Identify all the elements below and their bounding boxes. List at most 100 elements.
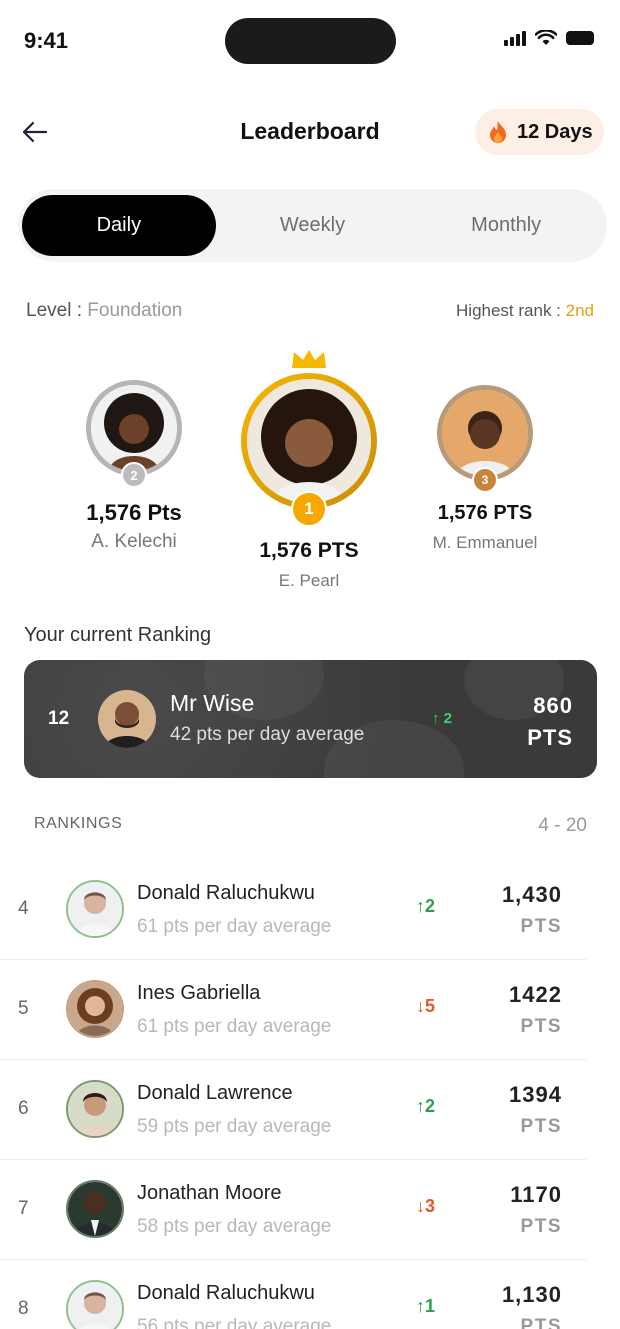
row-average: 58 pts per day average [137, 1216, 332, 1237]
table-row[interactable]: 7 Jonathan Moore 58 pts per day average … [0, 1160, 586, 1260]
status-time: 9:41 [24, 28, 69, 53]
change-value: 1 [425, 1296, 436, 1316]
tab-monthly[interactable]: Monthly [409, 195, 603, 256]
rank-badge: 2 [121, 462, 147, 488]
avatar [66, 1180, 124, 1238]
row-rank: 6 [18, 1098, 29, 1119]
row-average: 61 pts per day average [137, 1016, 332, 1037]
podium-name: M. Emmanuel [432, 533, 538, 552]
current-name: Mr Wise [170, 690, 255, 716]
podium-third[interactable]: 3 1,576 PTS M. Emmanuel [415, 385, 555, 553]
row-name: Donald Lawrence [137, 1082, 293, 1104]
arrow-down-icon: ↓ [416, 996, 425, 1016]
table-row[interactable]: 8 Donald Raluchukwu 56 pts per day avera… [0, 1260, 586, 1329]
row-points: 1394 [509, 1082, 562, 1107]
row-points: 1170 [510, 1182, 562, 1207]
row-points: 1422 [509, 982, 562, 1007]
points-value: 860 [533, 693, 573, 718]
crown-icon [292, 350, 326, 368]
wifi-icon [535, 30, 557, 45]
current-ranking-card[interactable]: 12 Mr Wise 42 pts per day average ↑ 2 86… [24, 660, 597, 778]
podium-first[interactable]: 1 1,576 PTS E. Pearl [224, 348, 394, 591]
rankings-range: 4 - 20 [538, 815, 587, 836]
streak-count: 12 Days [517, 120, 593, 143]
change-value: 2 [425, 1096, 436, 1116]
podium-second[interactable]: 2 1,576 Pts A. Kelechi [64, 380, 204, 553]
arrow-up-icon: ↑ [432, 710, 440, 727]
table-row[interactable]: 4 Donald Raluchukwu 61 pts per day avera… [0, 860, 586, 960]
streak-badge[interactable]: 12 Days [475, 109, 604, 155]
avatar [91, 385, 177, 471]
battery-icon [566, 31, 594, 45]
status-bar: 9:41 [0, 0, 620, 80]
avatar-ring: 1 [241, 373, 377, 527]
fire-icon [490, 121, 506, 143]
podium-points: 1,576 PTS [437, 502, 533, 524]
row-name: Ines Gabriella [137, 982, 261, 1004]
change-value: 5 [425, 996, 436, 1016]
row-points-unit: PTS [520, 1316, 562, 1329]
podium-points: 1,576 Pts [86, 500, 182, 525]
change-value: 3 [425, 1196, 436, 1216]
rankings-header: RANKINGS 4 - 20 [34, 815, 587, 837]
row-points: 1,430 [501, 882, 562, 907]
row-average: 56 pts per day average [137, 1316, 332, 1329]
row-rank: 7 [18, 1198, 29, 1219]
row-name: Jonathan Moore [137, 1182, 282, 1204]
highest-rank: Highest rank : 2nd [456, 301, 594, 321]
row-average: 61 pts per day average [137, 916, 332, 937]
highest-rank-label: Highest rank : [456, 301, 566, 320]
rankings-list: 4 Donald Raluchukwu 61 pts per day avera… [0, 860, 620, 1329]
rank-badge: 3 [472, 467, 498, 493]
rankings-label: RANKINGS [34, 815, 123, 832]
change-value: 2 [425, 896, 436, 916]
signal-icon [504, 30, 526, 46]
highest-rank-value: 2nd [565, 301, 594, 320]
points-unit: PTS [527, 725, 573, 750]
row-name: Donald Raluchukwu [137, 882, 315, 904]
status-icons [504, 30, 594, 46]
tab-daily[interactable]: Daily [22, 195, 216, 256]
row-name: Donald Raluchukwu [137, 1282, 315, 1304]
avatar [66, 1280, 124, 1329]
row-rank-change: ↑2 [416, 1096, 435, 1117]
arrow-up-icon: ↑ [416, 1296, 425, 1316]
row-points-unit: PTS [520, 916, 562, 937]
avatar-ring: 3 [437, 385, 533, 493]
row-rank-change: ↑1 [416, 1296, 435, 1317]
avatar [66, 1080, 124, 1138]
current-ranking-title: Your current Ranking [24, 624, 212, 646]
header: Leaderboard 12 Days [0, 100, 620, 164]
current-average: 42 pts per day average [170, 724, 365, 745]
row-points-unit: PTS [520, 1116, 562, 1137]
level-label: Level : [26, 300, 88, 321]
dynamic-island [225, 18, 396, 64]
avatar [247, 379, 371, 503]
row-rank: 4 [18, 898, 29, 919]
podium-name: E. Pearl [278, 571, 340, 590]
row-rank-change: ↑2 [416, 896, 435, 917]
podium-points: 1,576 PTS [259, 539, 359, 562]
avatar [66, 980, 124, 1038]
table-row[interactable]: 5 Ines Gabriella 61 pts per day average … [0, 960, 586, 1060]
row-points-unit: PTS [520, 1016, 562, 1037]
row-rank: 5 [18, 998, 29, 1019]
tab-weekly[interactable]: Weekly [216, 195, 410, 256]
avatar [442, 390, 528, 476]
avatar [66, 880, 124, 938]
table-row[interactable]: 6 Donald Lawrence 59 pts per day average… [0, 1060, 586, 1160]
level-info: Level : Foundation [26, 300, 182, 322]
rank-badge: 1 [291, 491, 327, 527]
current-points: 860 PTS [527, 690, 573, 754]
change-value: 2 [443, 710, 453, 727]
podium-name: A. Kelechi [91, 531, 177, 552]
arrow-up-icon: ↑ [416, 1096, 425, 1116]
current-rank: 12 [48, 708, 70, 729]
avatar-ring: 2 [86, 380, 182, 488]
avatar [98, 690, 156, 748]
arrow-down-icon: ↓ [416, 1196, 425, 1216]
row-points: 1,130 [501, 1282, 562, 1307]
arrow-up-icon: ↑ [416, 896, 425, 916]
row-average: 59 pts per day average [137, 1116, 332, 1137]
row-rank-change: ↓5 [416, 996, 435, 1017]
